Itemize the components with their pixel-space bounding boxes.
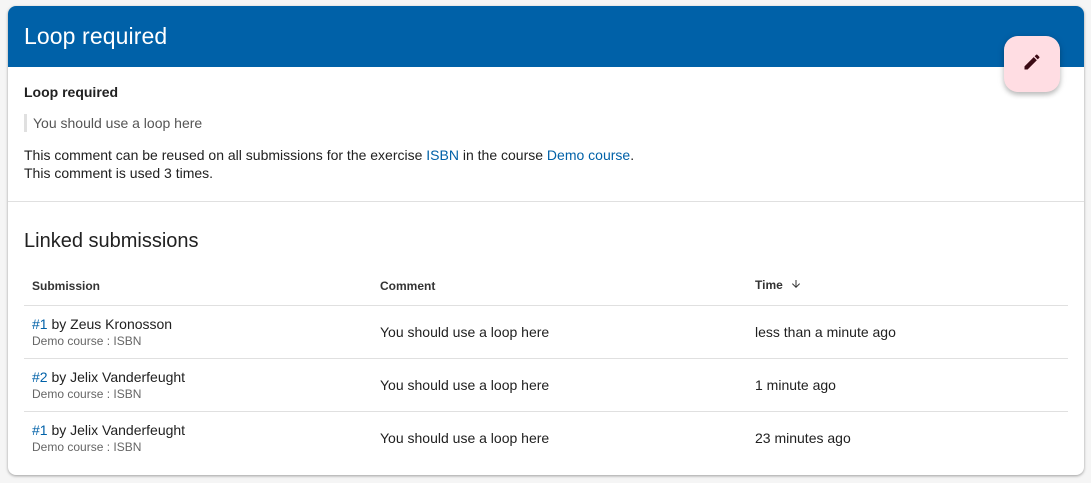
comment-info: This comment can be reused on all submis… xyxy=(24,146,1068,182)
time-cell: 23 minutes ago xyxy=(755,429,851,446)
table-row[interactable]: #1 by Jelix Vanderfeught Demo course : I… xyxy=(24,411,1068,464)
pencil-icon xyxy=(1022,52,1042,77)
table-row[interactable]: #2 by Jelix Vanderfeught Demo course : I… xyxy=(24,358,1068,412)
edit-button[interactable] xyxy=(1004,36,1060,92)
annotation-card: Loop required Loop required You should u… xyxy=(8,6,1084,475)
submission-cell: #1 by Jelix Vanderfeught Demo course : I… xyxy=(24,411,372,464)
page-title: Loop required xyxy=(24,23,168,49)
submission-meta: Demo course : ISBN xyxy=(32,439,142,454)
exercise-link[interactable]: ISBN xyxy=(426,147,459,163)
table-header-row: Submission Comment Time xyxy=(24,267,1068,306)
reuse-text-middle: in the course xyxy=(458,147,547,163)
arrow-down-icon[interactable] xyxy=(790,278,802,293)
time-cell: less than a minute ago xyxy=(747,305,1068,359)
comment-details: Loop required You should use a loop here… xyxy=(8,67,1084,202)
reuse-info: This comment can be reused on all submis… xyxy=(24,146,1068,164)
submission-meta: Demo course : ISBN xyxy=(32,386,142,401)
comment-name: Loop required xyxy=(24,84,119,100)
time-cell: 1 minute ago xyxy=(747,358,1068,412)
linked-submissions-section: Linked submissions Submission Comment Ti… xyxy=(8,202,1084,464)
comment-cell: You should use a loop here xyxy=(380,429,550,446)
reuse-text-suffix: . xyxy=(630,147,635,163)
column-header-time[interactable]: Time xyxy=(747,267,1068,306)
comment-cell: You should use a loop here xyxy=(372,305,747,359)
column-header-label: Comment xyxy=(380,278,436,293)
submission-link[interactable]: #2 xyxy=(32,369,48,385)
submission-cell: #2 by Jelix Vanderfeught Demo course : I… xyxy=(24,358,372,412)
submission-cell: #1 by Zeus Kronosson Demo course : ISBN xyxy=(24,305,372,359)
column-header-label: Submission xyxy=(32,278,101,293)
submission-link[interactable]: #1 xyxy=(32,316,48,332)
submissions-table: Submission Comment Time #1 by Zeus Krono… xyxy=(24,267,1068,464)
submission-author: by Zeus Kronosson xyxy=(47,315,173,332)
reuse-text-prefix: This comment can be reused on all submis… xyxy=(24,147,427,163)
column-header-comment[interactable]: Comment xyxy=(372,267,747,306)
table-row[interactable]: #1 by Zeus Kronosson Demo course : ISBN … xyxy=(24,305,1068,359)
comment-cell: You should use a loop here xyxy=(372,358,747,412)
submission-author: by Jelix Vanderfeught xyxy=(47,421,186,438)
submission-meta: Demo course : ISBN xyxy=(32,333,142,348)
column-header-submission[interactable]: Submission xyxy=(24,267,372,306)
column-header-label: Time xyxy=(755,278,783,293)
section-title: Linked submissions xyxy=(24,230,199,252)
usage-count: This comment is used 3 times. xyxy=(24,165,214,181)
submission-author: by Jelix Vanderfeught xyxy=(47,368,186,385)
submission-link[interactable]: #1 xyxy=(32,422,48,438)
course-link[interactable]: Demo course xyxy=(547,147,630,163)
card-header: Loop required xyxy=(8,6,1084,67)
comment-quote: You should use a loop here xyxy=(24,114,1068,132)
